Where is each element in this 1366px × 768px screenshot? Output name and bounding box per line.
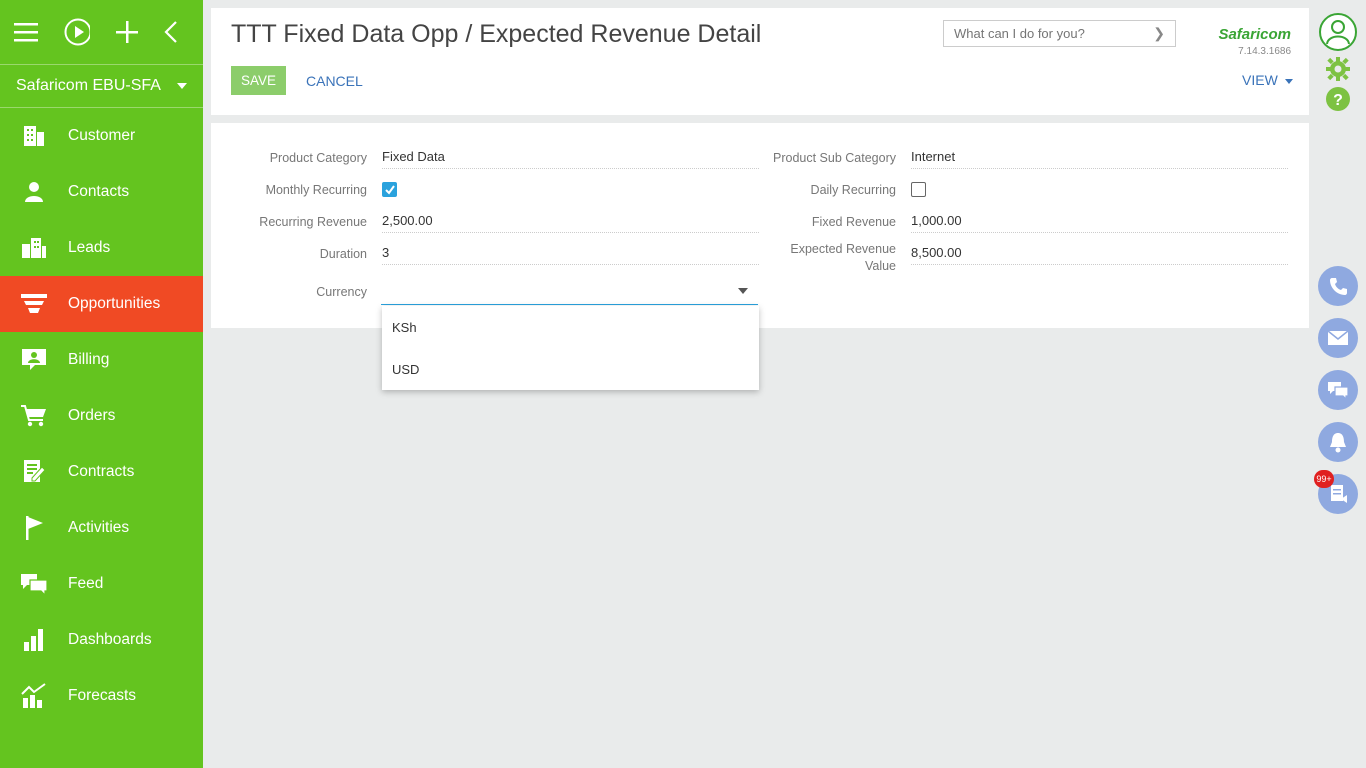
sidebar-item-leads[interactable]: Leads [0,220,203,276]
phone-icon[interactable] [1318,266,1358,306]
save-button[interactable]: SAVE [231,66,286,95]
sidebar-item-label: Opportunities [68,295,161,312]
dropdown-arrow-icon[interactable] [738,288,748,294]
command-search[interactable]: ❯ [943,20,1176,47]
workspace-selector[interactable]: Safaricom EBU-SFA [0,64,203,108]
sidebar-item-activities[interactable]: Activities [0,500,203,556]
product-category-label: Product Category [269,151,367,165]
sidebar-item-opportunities[interactable]: Opportunities [0,276,203,332]
version-label: 7.14.3.1686 [1238,46,1291,57]
help-icon[interactable]: ? [1325,86,1351,117]
currency-option-ksh[interactable]: KSh [382,306,759,348]
sidebar-item-label: Activities [68,519,130,536]
cart-icon [0,404,68,428]
expected-revenue-form: Product Category Fixed Data Monthly Recu… [211,123,1309,328]
logo-text: Safaricom [1218,26,1291,43]
profile-icon[interactable] [1318,12,1358,57]
search-input[interactable] [944,21,1144,46]
currency-option-usd[interactable]: USD [382,348,759,390]
sidebar-toolbar [0,0,203,64]
view-label: VIEW [1242,72,1278,88]
safaricom-logo: Safaricom 7.14.3.1686 [1196,26,1291,57]
sidebar-item-label: Contacts [68,183,130,200]
bell-icon[interactable] [1318,422,1358,462]
duration-label: Duration [319,247,367,261]
chevron-down-icon [177,83,187,89]
chevron-down-icon [1284,78,1293,84]
sidebar-item-label: Orders [68,407,116,424]
product-category-field[interactable]: Fixed Data [382,145,759,169]
menu-icon[interactable] [14,19,38,45]
buildings-icon [0,236,68,260]
sidebar-item-label: Billing [68,351,110,368]
page-title: TTT Fixed Data Opp / Expected Revenue De… [231,20,762,48]
daily-recurring-checkbox[interactable] [911,182,926,197]
recurring-revenue-label: Recurring Revenue [259,215,367,229]
sidebar: Safaricom EBU-SFA Customer Contacts Lead… [0,0,203,768]
sidebar-item-feed[interactable]: Feed [0,556,203,612]
currency-dropdown-list: KSh USD [382,306,759,390]
sidebar-item-label: Leads [68,239,111,256]
product-sub-category-field[interactable]: Internet [911,145,1288,169]
cancel-button[interactable]: CANCEL [306,66,363,95]
right-toolbar: ? 99+ [1314,0,1366,768]
chevron-right-icon[interactable]: ❯ [1153,25,1165,42]
collapse-icon[interactable] [164,19,178,45]
fixed-revenue-label: Fixed Revenue [811,215,896,229]
sidebar-nav: Customer Contacts Leads Opportunities Bi… [0,108,203,724]
flag-icon [0,515,68,541]
checkmark-icon [385,185,395,195]
page-header: TTT Fixed Data Opp / Expected Revenue De… [211,8,1309,115]
sidebar-item-contacts[interactable]: Contacts [0,164,203,220]
duration-field[interactable]: 3 [382,241,759,265]
expected-revenue-label-line2: Value [864,259,896,273]
expected-revenue-label: Expected Revenue Value [746,241,896,275]
sidebar-item-label: Dashboards [68,631,152,648]
daily-recurring-label: Daily Recurring [810,183,896,197]
building-icon [0,124,68,148]
add-icon[interactable] [116,19,138,45]
workspace-label: Safaricom EBU-SFA [16,77,161,94]
sidebar-item-label: Customer [68,127,136,144]
sidebar-item-label: Forecasts [68,687,137,704]
contract-icon [0,459,68,485]
sidebar-item-dashboards[interactable]: Dashboards [0,612,203,668]
billing-icon [0,348,68,372]
monthly-recurring-label: Monthly Recurring [265,183,367,197]
chat-icon [0,572,68,596]
currency-label: Currency [316,285,367,299]
email-icon[interactable] [1318,318,1358,358]
svg-text:?: ? [1333,92,1343,109]
sidebar-item-customer[interactable]: Customer [0,108,203,164]
notification-badge: 99+ [1314,470,1334,488]
bar-chart-icon [0,628,68,652]
fixed-revenue-field[interactable]: 1,000.00 [911,209,1288,233]
chat-icon[interactable] [1318,370,1358,410]
sidebar-item-billing[interactable]: Billing [0,332,203,388]
sidebar-item-orders[interactable]: Orders [0,388,203,444]
sidebar-item-forecasts[interactable]: Forecasts [0,668,203,724]
expected-revenue-label-line1: Expected Revenue [790,242,896,256]
expected-revenue-field[interactable]: 8,500.00 [911,241,1288,265]
view-menu-button[interactable]: VIEW [1242,72,1293,88]
forecast-icon [0,683,68,709]
sidebar-item-label: Contracts [68,463,135,480]
gear-icon[interactable] [1325,56,1351,87]
sidebar-item-label: Feed [68,575,104,592]
monthly-recurring-checkbox[interactable] [382,182,397,197]
sidebar-item-contracts[interactable]: Contracts [0,444,203,500]
recurring-revenue-field[interactable]: 2,500.00 [382,209,759,233]
funnel-icon [0,293,68,315]
play-icon[interactable] [64,18,90,46]
product-sub-category-label: Product Sub Category [773,151,896,165]
currency-select[interactable] [381,281,758,305]
person-icon [0,180,68,204]
